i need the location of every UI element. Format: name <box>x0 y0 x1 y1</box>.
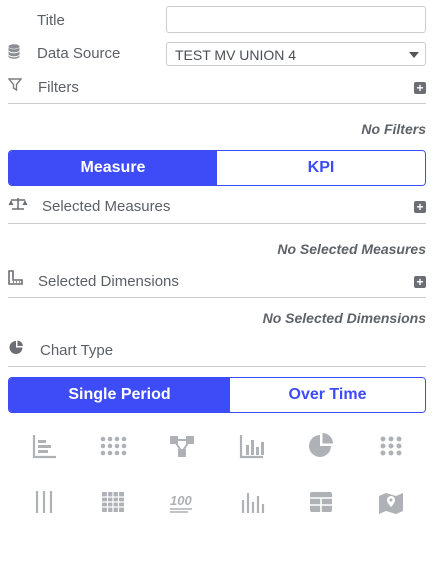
chevron-down-icon[interactable] <box>409 52 419 58</box>
ruler-icon <box>8 270 23 290</box>
title-input[interactable] <box>166 6 426 33</box>
data-source-value: TEST MV UNION 4 <box>175 47 297 63</box>
no-measures-note: No Selected Measures <box>277 241 426 257</box>
selected-dimensions-label: Selected Dimensions <box>38 273 179 290</box>
tab-measure[interactable]: Measure <box>9 151 217 185</box>
vertical-lines-icon[interactable] <box>30 488 58 516</box>
filters-label: Filters <box>38 79 79 96</box>
data-source-select[interactable]: TEST MV UNION 4 <box>166 42 426 66</box>
column-chart-icon[interactable] <box>238 432 266 460</box>
add-filter-button[interactable]: + <box>414 82 426 94</box>
bar-chart-icon[interactable] <box>30 432 58 460</box>
network-icon[interactable] <box>168 432 196 460</box>
chart-type-icon <box>9 340 24 360</box>
add-measure-button[interactable]: + <box>414 201 426 213</box>
histogram-icon[interactable] <box>238 488 266 516</box>
filter-icon <box>7 78 23 96</box>
add-dimension-button[interactable]: + <box>414 276 426 288</box>
measure-kpi-toggle: Measure KPI <box>8 150 426 186</box>
divider <box>8 223 426 224</box>
svg-text:100: 100 <box>170 493 192 508</box>
tab-over-time[interactable]: Over Time <box>230 378 425 412</box>
divider <box>8 103 426 104</box>
title-label: Title <box>37 12 65 29</box>
no-dimensions-note: No Selected Dimensions <box>262 310 426 326</box>
tab-kpi[interactable]: KPI <box>217 151 425 185</box>
hundred-icon[interactable]: 100 <box>168 488 196 516</box>
dot-matrix-icon[interactable] <box>377 432 405 460</box>
pie-chart-icon[interactable] <box>307 432 335 460</box>
divider <box>8 297 426 298</box>
scale-icon <box>8 197 28 216</box>
map-icon[interactable] <box>377 488 405 516</box>
data-source-label: Data Source <box>37 45 121 62</box>
no-filters-note: No Filters <box>361 121 426 137</box>
chart-type-label: Chart Type <box>40 342 114 359</box>
table-icon[interactable] <box>307 488 335 516</box>
dot-grid-icon[interactable] <box>99 432 127 460</box>
period-toggle: Single Period Over Time <box>8 377 426 413</box>
database-icon <box>8 44 20 64</box>
tab-single-period[interactable]: Single Period <box>9 378 230 412</box>
grid-icon[interactable] <box>99 488 127 516</box>
divider <box>8 366 426 367</box>
selected-measures-label: Selected Measures <box>42 198 171 215</box>
